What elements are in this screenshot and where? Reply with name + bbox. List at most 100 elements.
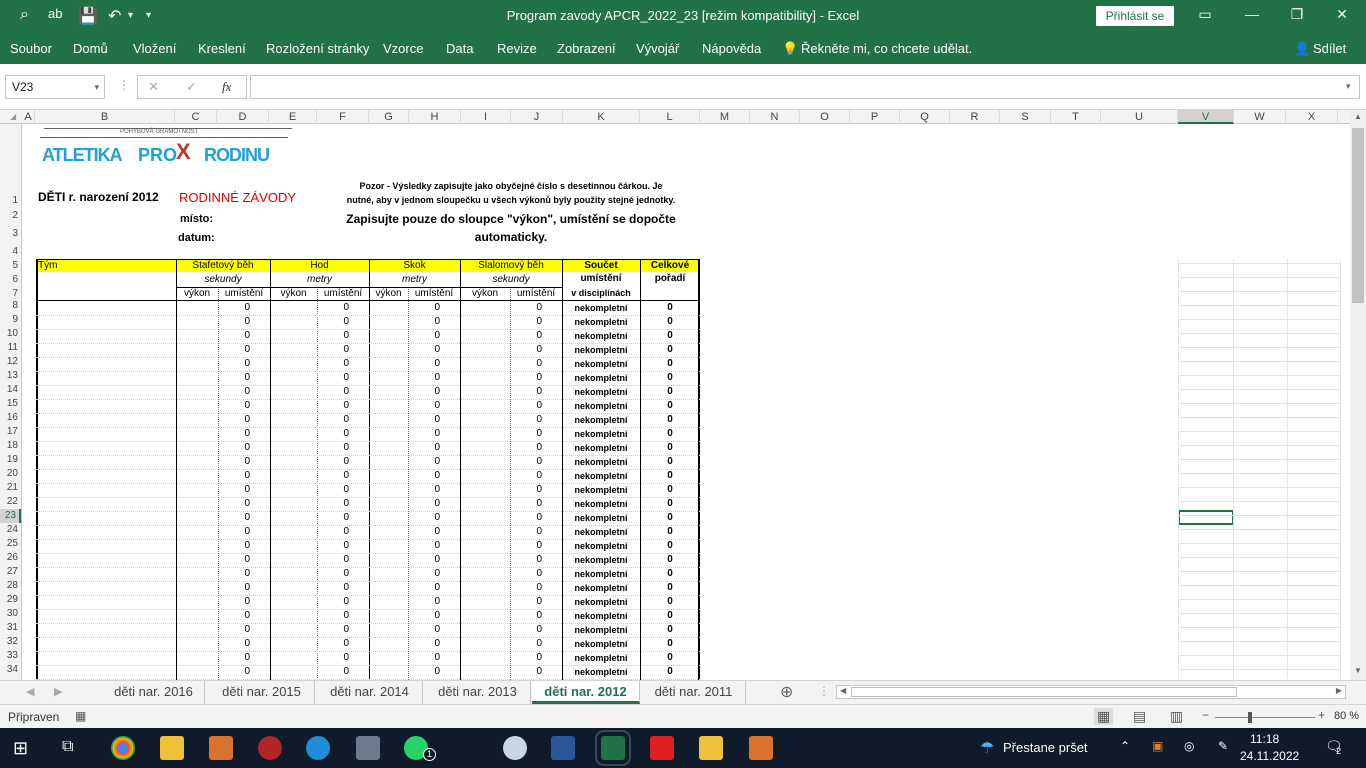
macro-record-icon[interactable]: ▦ <box>75 709 86 723</box>
row-header-23[interactable]: 23 <box>0 509 21 523</box>
column-header-s[interactable]: S <box>1000 110 1051 124</box>
chrome-profile-icon[interactable] <box>503 736 527 760</box>
selected-cell[interactable] <box>1178 510 1234 525</box>
tell-me-box[interactable]: Řekněte mi, co chcete udělat. <box>801 41 972 56</box>
scroll-thumb[interactable] <box>1352 128 1364 303</box>
row-header-28[interactable]: 28 <box>0 579 21 593</box>
sheet-tab[interactable]: děti nar. 2013 <box>425 681 531 704</box>
task-view-icon[interactable]: ⧉ <box>62 738 73 756</box>
row-header-32[interactable]: 32 <box>0 635 21 649</box>
weather-icon[interactable]: ☂ <box>980 738 994 758</box>
pen-icon[interactable]: ✎ <box>1218 739 1228 753</box>
chrome-icon[interactable] <box>111 736 135 760</box>
zoom-slider-thumb[interactable] <box>1248 712 1252 723</box>
vertical-scrollbar[interactable]: ▲ ▼ <box>1350 110 1366 680</box>
column-header-a[interactable]: A <box>22 110 35 124</box>
row-header-15[interactable]: 15 <box>0 397 21 411</box>
row-header-27[interactable]: 27 <box>0 565 21 579</box>
row-header-18[interactable]: 18 <box>0 439 21 453</box>
column-header-j[interactable]: J <box>511 110 563 124</box>
row-header-34[interactable]: 34 <box>0 663 21 677</box>
column-header-e[interactable]: E <box>269 110 317 124</box>
column-header-p[interactable]: P <box>850 110 900 124</box>
expand-formula-icon[interactable]: ▾ <box>1346 81 1351 92</box>
normal-view-icon[interactable]: ▦ <box>1094 708 1114 725</box>
formula-input[interactable] <box>250 75 1360 99</box>
row-header-25[interactable]: 25 <box>0 537 21 551</box>
column-header-u[interactable]: U <box>1101 110 1178 124</box>
column-header-o[interactable]: O <box>800 110 850 124</box>
calculator-icon[interactable] <box>356 736 380 760</box>
share-button[interactable]: Sdílet <box>1313 41 1346 56</box>
page-layout-icon[interactable]: ▤ <box>1133 708 1146 725</box>
hscroll-thumb[interactable] <box>851 687 1237 697</box>
row-header-10[interactable]: 10 <box>0 327 21 341</box>
tab-vzorce[interactable]: Vzorce <box>383 41 423 56</box>
page-break-icon[interactable]: ▥ <box>1170 708 1183 725</box>
restore-icon[interactable]: ❐ <box>1287 6 1307 23</box>
sheet-tab[interactable]: děti nar. 2014 <box>317 681 423 704</box>
close-icon[interactable]: ✕ <box>1332 6 1352 23</box>
row-header-11[interactable]: 11 <box>0 341 21 355</box>
column-header-f[interactable]: F <box>317 110 369 124</box>
acrobat-icon[interactable] <box>650 736 674 760</box>
app-icon[interactable] <box>209 736 233 760</box>
customize-qat-icon[interactable]: ▾ <box>146 10 151 21</box>
column-header-l[interactable]: L <box>640 110 700 124</box>
prev-sheet-icon[interactable]: ◀ <box>26 685 34 698</box>
column-header-i[interactable]: I <box>461 110 511 124</box>
select-all-icon[interactable]: ◢ <box>10 112 16 121</box>
name-box[interactable]: V23 ▾ <box>5 75 105 99</box>
column-header-d[interactable]: D <box>217 110 269 124</box>
tab-vlozeni[interactable]: Vložení <box>133 41 176 56</box>
row-header-33[interactable]: 33 <box>0 649 21 663</box>
column-header-g[interactable]: G <box>369 110 409 124</box>
column-header-c[interactable]: C <box>175 110 217 124</box>
row-header-8[interactable]: 8 <box>0 299 21 313</box>
column-header-x[interactable]: X <box>1286 110 1338 124</box>
column-header-t[interactable]: T <box>1051 110 1101 124</box>
tray-chevron-icon[interactable]: ⌃ <box>1120 739 1130 753</box>
row-header-26[interactable]: 26 <box>0 551 21 565</box>
excel-icon[interactable] <box>595 730 631 766</box>
signin-button[interactable]: Přihlásit se <box>1096 6 1174 26</box>
tab-revize[interactable]: Revize <box>497 41 537 56</box>
tab-data[interactable]: Data <box>446 41 473 56</box>
tab-kresleni[interactable]: Kreslení <box>198 41 246 56</box>
tab-rozlozeni[interactable]: Rozložení stránky <box>266 41 369 56</box>
row-header-24[interactable]: 24 <box>0 523 21 537</box>
weather-text[interactable]: Přestane pršet <box>1003 740 1088 755</box>
row-header-13[interactable]: 13 <box>0 369 21 383</box>
row-header-6[interactable]: 6 <box>0 273 21 287</box>
row-header-17[interactable]: 17 <box>0 425 21 439</box>
minimize-icon[interactable]: — <box>1242 6 1262 22</box>
scroll-left-icon[interactable]: ◀ <box>840 686 846 695</box>
row-header-4[interactable]: 4 <box>0 245 21 259</box>
row-header-2[interactable]: 2 <box>0 209 21 223</box>
row-header-21[interactable]: 21 <box>0 481 21 495</box>
row-header-29[interactable]: 29 <box>0 593 21 607</box>
row-header-14[interactable]: 14 <box>0 383 21 397</box>
ribbon-display-icon[interactable]: ▭ <box>1195 6 1215 23</box>
edge-icon[interactable] <box>306 736 330 760</box>
tray-cam-icon[interactable]: ◎ <box>1184 739 1194 753</box>
row-header-16[interactable]: 16 <box>0 411 21 425</box>
row-header-3[interactable]: 3 <box>0 227 21 241</box>
chevron-down-icon[interactable]: ▾ <box>94 76 99 98</box>
zoom-in-icon[interactable]: + <box>1318 708 1325 722</box>
column-header-n[interactable]: N <box>750 110 800 124</box>
tab-vyvojar[interactable]: Vývojář <box>636 41 679 56</box>
column-header-r[interactable]: R <box>950 110 1000 124</box>
touch-mode-icon[interactable]: ⌕ <box>20 6 29 24</box>
tab-soubor[interactable]: Soubor <box>10 41 52 56</box>
column-header-m[interactable]: M <box>700 110 750 124</box>
column-header-b[interactable]: B <box>35 110 175 124</box>
row-header-12[interactable]: 12 <box>0 355 21 369</box>
file-explorer-icon[interactable] <box>160 736 184 760</box>
zoom-level[interactable]: 80 % <box>1334 710 1359 722</box>
add-sheet-icon[interactable]: ⊕ <box>780 682 793 702</box>
tab-zobrazeni[interactable]: Zobrazení <box>557 41 616 56</box>
sheet-tab[interactable]: děti nar. 2015 <box>209 681 315 704</box>
sheet-tab[interactable]: děti nar. 2011 <box>642 681 746 704</box>
scroll-right-icon[interactable]: ▶ <box>1336 686 1342 695</box>
